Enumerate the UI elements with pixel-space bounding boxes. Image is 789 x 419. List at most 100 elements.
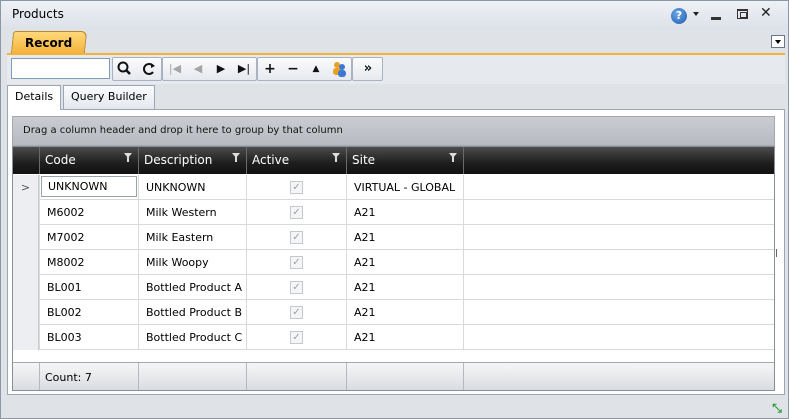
row-indicator bbox=[13, 300, 39, 325]
refresh-icon[interactable] bbox=[138, 58, 160, 80]
cell-code[interactable]: BL002 bbox=[39, 300, 138, 325]
tab-details[interactable]: Details bbox=[7, 85, 62, 110]
cell-active[interactable]: ✓ bbox=[246, 275, 346, 300]
cell-active[interactable]: ✓ bbox=[246, 200, 346, 225]
help-icon[interactable]: ? bbox=[671, 8, 687, 24]
group-by-panel[interactable]: Drag a column header and drop it here to… bbox=[12, 116, 775, 146]
cell-description[interactable]: Bottled Product A bbox=[138, 275, 246, 300]
table-row[interactable]: M7002 Milk Eastern ✓ A21 bbox=[13, 225, 774, 250]
add-icon[interactable]: + bbox=[259, 58, 281, 80]
row-indicator bbox=[13, 250, 39, 275]
cell-code[interactable]: BL001 bbox=[39, 275, 138, 300]
cell-filler bbox=[463, 250, 774, 275]
cell-active[interactable]: ✓ bbox=[246, 250, 346, 275]
table-row[interactable]: BL003 Bottled Product C ✓ A21 bbox=[13, 325, 774, 350]
maximize-icon[interactable] bbox=[737, 9, 748, 19]
cell-code[interactable]: M7002 bbox=[39, 225, 138, 250]
detail-tabs: Details Query Builder bbox=[7, 85, 785, 110]
table-row[interactable]: M8002 Milk Woopy ✓ A21 bbox=[13, 250, 774, 275]
cell-site[interactable]: A21 bbox=[346, 325, 463, 350]
active-checkbox[interactable]: ✓ bbox=[290, 206, 303, 219]
cell-code[interactable]: UNKNOWN bbox=[39, 175, 138, 200]
cell-description[interactable]: UNKNOWN bbox=[138, 175, 246, 200]
filter-icon[interactable] bbox=[232, 153, 240, 163]
cell-active[interactable]: ✓ bbox=[246, 300, 346, 325]
column-header-description[interactable]: Description bbox=[138, 147, 246, 174]
row-indicator bbox=[13, 275, 39, 300]
search-button-group bbox=[112, 57, 162, 81]
help-dropdown-icon[interactable] bbox=[693, 12, 699, 16]
edit-button-group: + − ▲ bbox=[257, 57, 352, 81]
next-icon[interactable]: ▶ bbox=[210, 58, 232, 80]
row-indicator bbox=[13, 225, 39, 250]
cell-site[interactable]: A21 bbox=[346, 300, 463, 325]
grid-footer: Count: 7 bbox=[13, 362, 774, 390]
table-row[interactable]: BL001 Bottled Product A ✓ A21 bbox=[13, 275, 774, 300]
cell-active[interactable]: ✓ bbox=[246, 225, 346, 250]
column-header-description-label: Description bbox=[144, 153, 213, 167]
footer-cell bbox=[246, 363, 346, 390]
cell-site[interactable]: A21 bbox=[346, 225, 463, 250]
active-checkbox[interactable]: ✓ bbox=[290, 306, 303, 319]
active-checkbox[interactable]: ✓ bbox=[290, 256, 303, 269]
cell-site[interactable]: A21 bbox=[346, 250, 463, 275]
column-header-code-label: Code bbox=[45, 153, 76, 167]
cell-filler bbox=[463, 325, 774, 350]
tab-record[interactable]: Record bbox=[10, 31, 88, 54]
cell-code[interactable]: M8002 bbox=[39, 250, 138, 275]
cell-site[interactable]: VIRTUAL - GLOBAL bbox=[346, 175, 463, 200]
last-icon[interactable]: ▶| bbox=[233, 58, 255, 80]
cell-description[interactable]: Milk Eastern bbox=[138, 225, 246, 250]
table-row[interactable]: > UNKNOWN UNKNOWN ✓ VIRTUAL - GLOBAL bbox=[13, 175, 774, 200]
active-checkbox[interactable]: ✓ bbox=[290, 281, 303, 294]
more-icon[interactable]: » bbox=[357, 58, 379, 80]
window-title: Products bbox=[12, 7, 64, 21]
cell-site[interactable]: A21 bbox=[346, 275, 463, 300]
minimize-icon[interactable] bbox=[711, 17, 721, 20]
table-row[interactable]: M6002 Milk Western ✓ A21 bbox=[13, 200, 774, 225]
cell-filler bbox=[463, 275, 774, 300]
table-row[interactable]: BL002 Bottled Product B ✓ A21 bbox=[13, 300, 774, 325]
tab-query-builder[interactable]: Query Builder bbox=[63, 85, 155, 109]
first-icon[interactable]: |◀ bbox=[164, 58, 186, 80]
column-header-active[interactable]: Active bbox=[246, 147, 346, 174]
cell-description[interactable]: Bottled Product B bbox=[138, 300, 246, 325]
code-edit-field[interactable]: UNKNOWN bbox=[41, 176, 137, 197]
cell-active[interactable]: ✓ bbox=[246, 325, 346, 350]
active-checkbox[interactable]: ✓ bbox=[290, 181, 303, 194]
users-icon[interactable] bbox=[328, 58, 350, 80]
column-header-filler bbox=[463, 147, 774, 174]
up-icon[interactable]: ▲ bbox=[305, 58, 327, 80]
active-checkbox[interactable]: ✓ bbox=[290, 331, 303, 344]
cell-filler bbox=[463, 225, 774, 250]
splitter-handle[interactable] bbox=[776, 249, 777, 257]
cell-filler bbox=[463, 200, 774, 225]
title-bar: Products ? ✕ bbox=[1, 1, 788, 29]
products-grid: Code Description Active Site > UNKNOWN U… bbox=[12, 146, 775, 391]
cell-code[interactable]: BL003 bbox=[39, 325, 138, 350]
prev-icon[interactable]: ◀ bbox=[187, 58, 209, 80]
cell-site[interactable]: A21 bbox=[346, 200, 463, 225]
cell-description[interactable]: Milk Western bbox=[138, 200, 246, 225]
filter-icon[interactable] bbox=[332, 153, 340, 163]
navigation-button-group: |◀ ◀ ▶ ▶| bbox=[162, 57, 257, 81]
expand-icon[interactable]: ⤡ bbox=[769, 401, 785, 416]
column-header-code[interactable]: Code bbox=[39, 147, 138, 174]
cell-code[interactable]: M6002 bbox=[39, 200, 138, 225]
products-window: Products ? ✕ Record |◀ ◀ ▶ ▶| + − ▲ » De… bbox=[0, 0, 789, 419]
footer-cell bbox=[138, 363, 246, 390]
cell-active[interactable]: ✓ bbox=[246, 175, 346, 200]
search-input[interactable] bbox=[11, 58, 110, 79]
collapse-ribbon-button[interactable] bbox=[771, 35, 785, 48]
cell-description[interactable]: Milk Woopy bbox=[138, 250, 246, 275]
close-icon[interactable]: ✕ bbox=[760, 5, 772, 21]
active-checkbox[interactable]: ✓ bbox=[290, 231, 303, 244]
grid-header: Code Description Active Site bbox=[13, 147, 774, 174]
filter-icon[interactable] bbox=[449, 153, 457, 163]
remove-icon[interactable]: − bbox=[282, 58, 304, 80]
search-icon[interactable] bbox=[114, 58, 136, 80]
filter-icon[interactable] bbox=[124, 153, 132, 163]
cell-description[interactable]: Bottled Product C bbox=[138, 325, 246, 350]
row-indicator: > bbox=[13, 175, 39, 200]
column-header-site[interactable]: Site bbox=[346, 147, 463, 174]
